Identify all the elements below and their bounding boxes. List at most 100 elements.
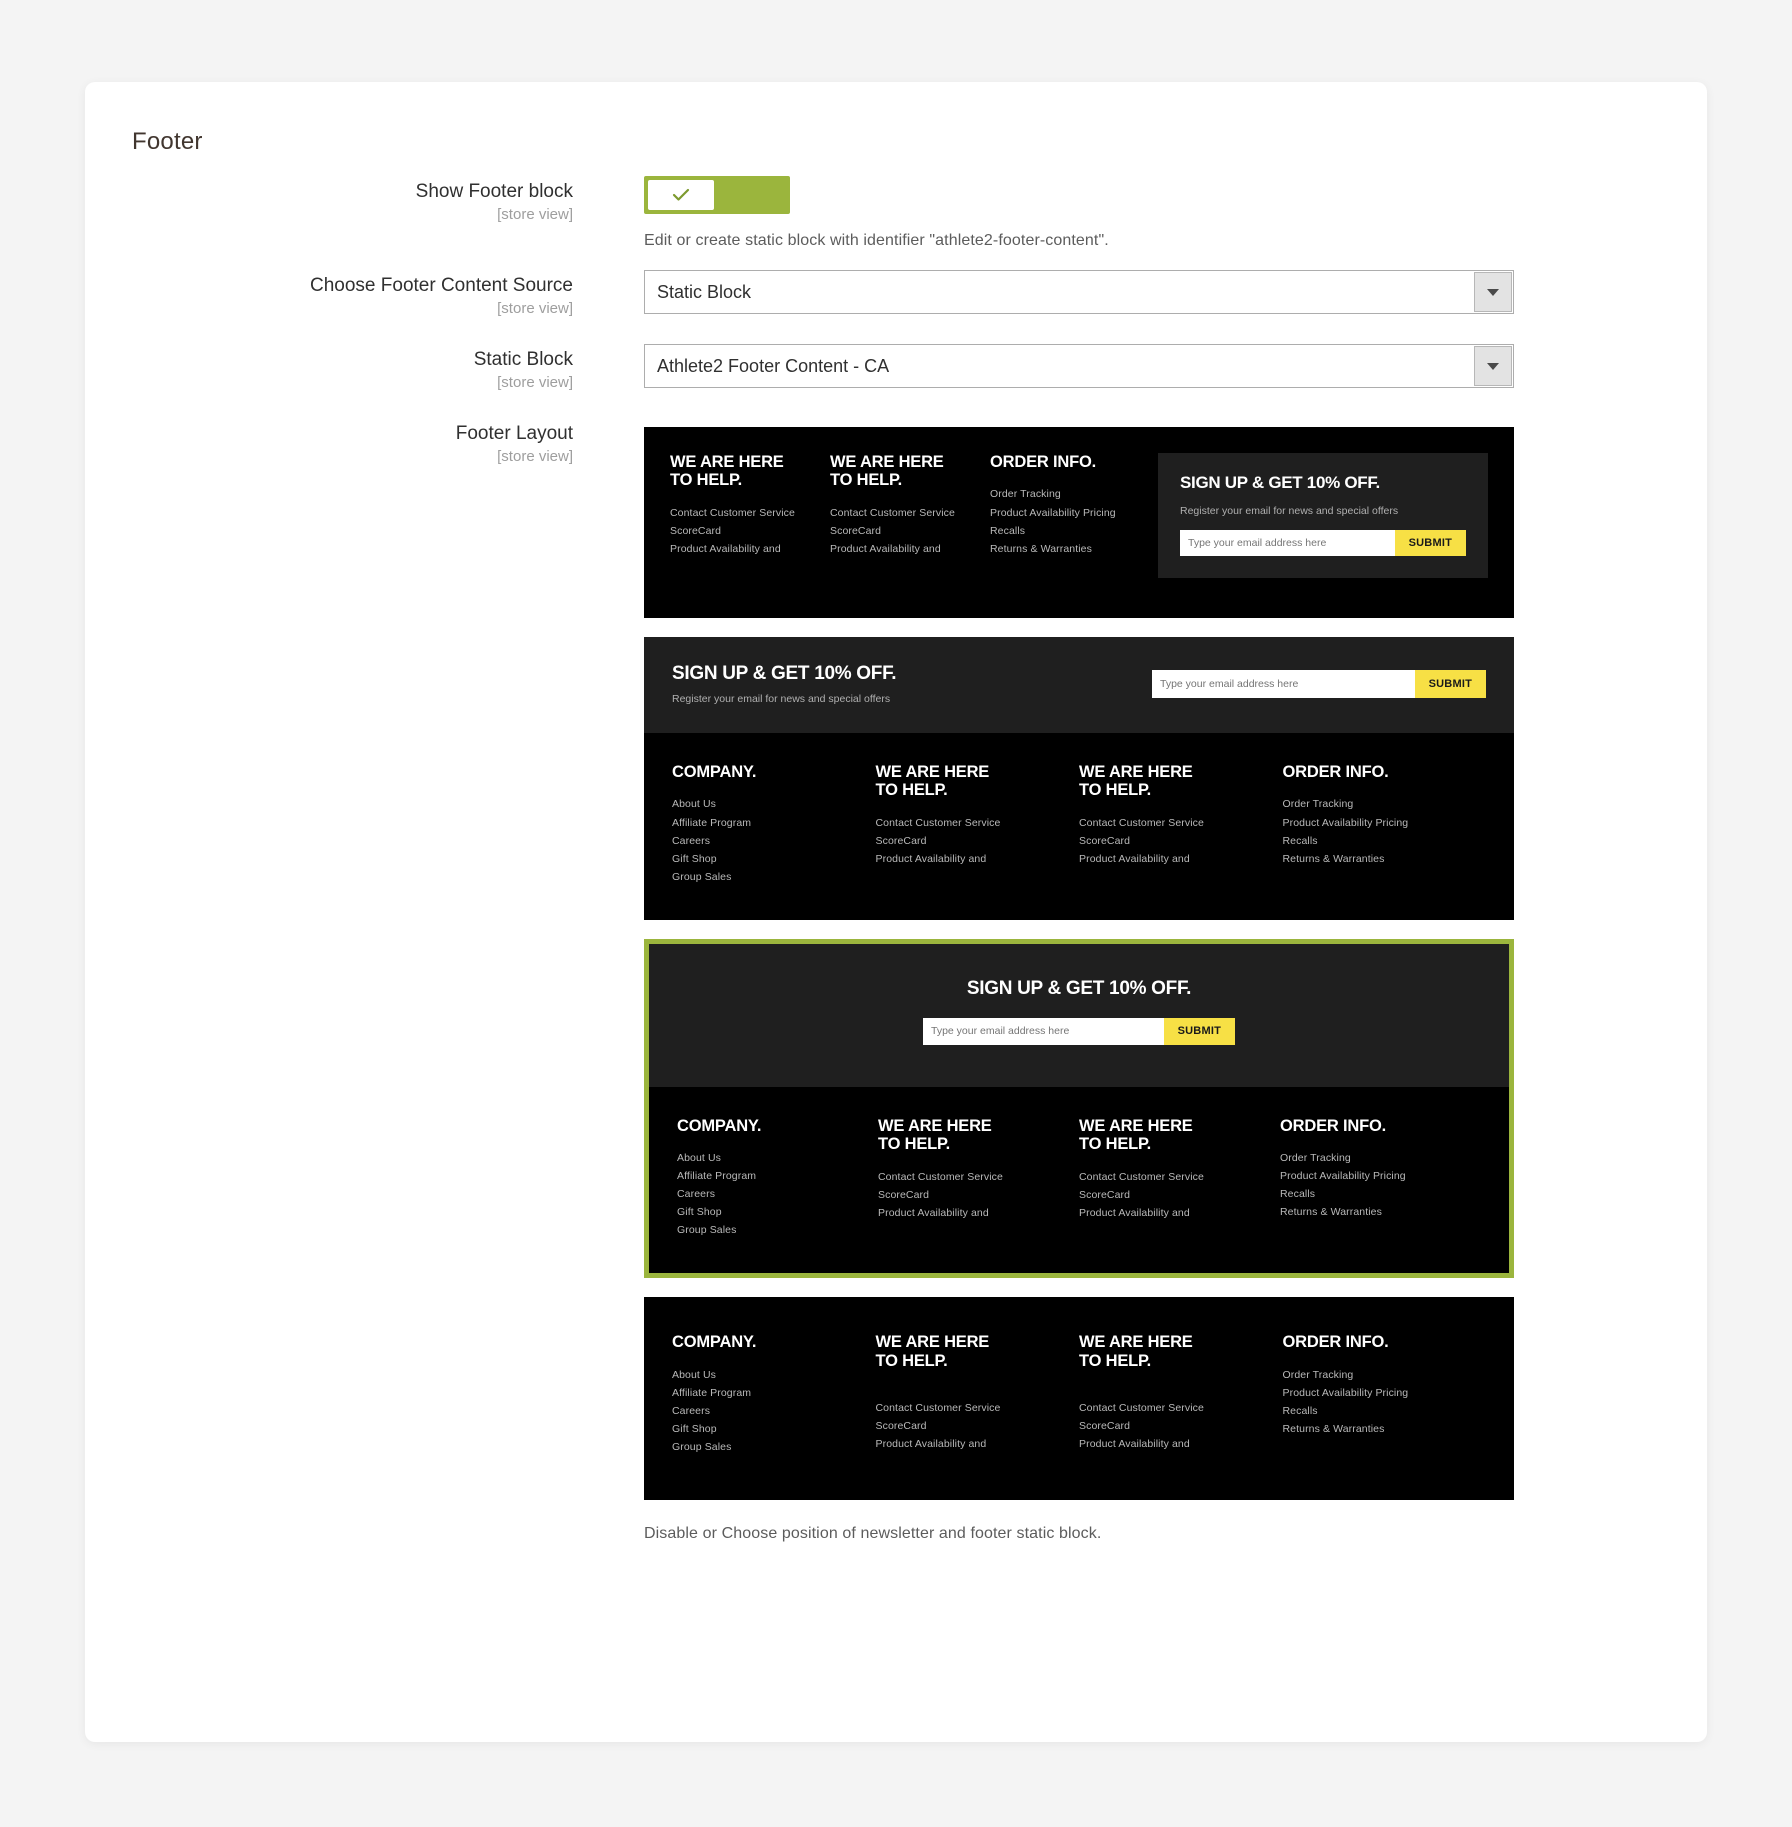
footer-layout-option-4[interactable]: COMPANY. About Us Affiliate Program Care… [644, 1297, 1514, 1501]
column-heading: WE ARE HERE TO HELP. [875, 763, 990, 800]
column-link[interactable]: Order Tracking [1283, 795, 1477, 813]
column-link[interactable]: ScoreCard [670, 522, 820, 540]
column-link[interactable]: ScoreCard [1079, 832, 1273, 850]
column-link[interactable]: Contact Customer Service [876, 814, 1070, 832]
column-link[interactable]: Careers [672, 832, 866, 850]
footer-column-order-info: ORDER INFO. Order Tracking Product Avail… [1283, 763, 1487, 886]
column-link[interactable]: Product Availability and [1079, 1204, 1270, 1222]
column-link[interactable]: Product Availability and [1079, 1435, 1273, 1453]
footer-layout-option-3[interactable]: SIGN UP & GET 10% OFF. SUBMIT COMPANY. A… [644, 938, 1514, 1279]
column-link[interactable]: Order Tracking [1283, 1366, 1477, 1384]
footer-layout-options: WE ARE HERE TO HELP. Contact Customer Se… [644, 427, 1514, 1519]
footer-column-help-2: WE ARE HERE TO HELP. Contact Customer Se… [1079, 1333, 1283, 1456]
newsletter-centered: SIGN UP & GET 10% OFF. SUBMIT [649, 943, 1509, 1087]
column-link[interactable]: Product Availability and [830, 540, 980, 558]
column-link[interactable]: Recalls [1280, 1185, 1471, 1203]
column-link[interactable]: ScoreCard [830, 522, 980, 540]
column-link[interactable]: Product Availability and [1079, 850, 1273, 868]
column-link[interactable]: ScoreCard [878, 1186, 1069, 1204]
column-link[interactable]: Product Availability Pricing [990, 504, 1140, 522]
column-link[interactable]: Group Sales [677, 1221, 868, 1239]
label-footer-layout: Footer Layout [store view] [153, 422, 573, 465]
show-footer-toggle[interactable] [644, 176, 790, 214]
column-link[interactable]: Affiliate Program [677, 1167, 868, 1185]
newsletter-email-input[interactable] [923, 1017, 1164, 1045]
content-source-select[interactable]: Static Block [644, 270, 1514, 314]
column-link[interactable]: Careers [677, 1185, 868, 1203]
column-link[interactable]: Gift Shop [672, 850, 866, 868]
show-footer-hint: Edit or create static block with identif… [644, 232, 1109, 249]
column-link[interactable]: Product Availability and [670, 540, 820, 558]
newsletter-email-input[interactable] [1180, 530, 1395, 556]
newsletter-submit-button[interactable]: SUBMIT [1394, 530, 1466, 556]
column-link[interactable]: ScoreCard [876, 832, 1070, 850]
column-link[interactable]: Returns & Warranties [1280, 1203, 1471, 1221]
column-link[interactable]: Contact Customer Service [1079, 814, 1273, 832]
column-link[interactable]: Product Availability Pricing [1283, 814, 1477, 832]
newsletter-email-input[interactable] [1152, 670, 1415, 698]
newsletter-bar: SIGN UP & GET 10% OFF. Register your ema… [644, 637, 1514, 733]
field-control-content-source: Static Block [644, 270, 1514, 314]
column-link[interactable]: Returns & Warranties [990, 540, 1140, 558]
chevron-down-icon[interactable] [1474, 346, 1512, 386]
newsletter-submit-button[interactable]: SUBMIT [1163, 1017, 1235, 1045]
column-link[interactable]: Contact Customer Service [878, 1168, 1069, 1186]
column-link[interactable]: Product Availability Pricing [1283, 1384, 1477, 1402]
column-link[interactable]: Returns & Warranties [1283, 1420, 1477, 1438]
field-scope: [store view] [497, 299, 573, 317]
column-link[interactable]: Group Sales [672, 868, 866, 886]
column-link[interactable]: Recalls [1283, 832, 1477, 850]
column-link[interactable]: Contact Customer Service [670, 504, 820, 522]
column-link[interactable]: ScoreCard [1079, 1186, 1270, 1204]
newsletter-text: SIGN UP & GET 10% OFF. Register your ema… [672, 663, 1152, 705]
newsletter-form: SUBMIT [1152, 670, 1486, 698]
column-link[interactable]: Affiliate Program [672, 1384, 866, 1402]
toggle-knob [648, 180, 714, 210]
chevron-down-icon[interactable] [1474, 272, 1512, 312]
footer-layout-option-2[interactable]: SIGN UP & GET 10% OFF. Register your ema… [644, 637, 1514, 920]
column-link[interactable]: Product Availability and [876, 850, 1070, 868]
newsletter-subtitle: Register your email for news and special… [1180, 505, 1399, 517]
column-link[interactable]: Affiliate Program [672, 814, 866, 832]
column-link[interactable]: Recalls [1283, 1402, 1477, 1420]
column-link[interactable]: ScoreCard [1079, 1417, 1273, 1435]
column-heading: WE ARE HERE TO HELP. [878, 1116, 992, 1154]
column-link[interactable]: About Us [677, 1149, 868, 1167]
column-heading: COMPANY. [677, 1116, 762, 1135]
column-link[interactable]: Contact Customer Service [876, 1399, 1070, 1417]
column-link[interactable]: Gift Shop [677, 1203, 868, 1221]
column-link[interactable]: Group Sales [672, 1438, 866, 1456]
column-link[interactable]: Recalls [990, 522, 1140, 540]
static-block-select[interactable]: Athlete2 Footer Content - CA [644, 344, 1514, 388]
footer-column-order-info: ORDER INFO. Order Tracking Product Avail… [1283, 1333, 1487, 1456]
column-heading: WE ARE HERE TO HELP. [1079, 1333, 1193, 1370]
newsletter-submit-button[interactable]: SUBMIT [1414, 670, 1486, 698]
column-link[interactable]: Product Availability Pricing [1280, 1167, 1471, 1185]
column-link[interactable]: Product Availability and [876, 1435, 1070, 1453]
footer-column-help-1: WE ARE HERE TO HELP. Contact Customer Se… [670, 453, 830, 578]
column-link[interactable]: About Us [672, 795, 866, 813]
column-link[interactable]: Order Tracking [990, 485, 1140, 503]
column-link[interactable]: About Us [672, 1366, 866, 1384]
column-link[interactable]: Gift Shop [672, 1420, 866, 1438]
column-link[interactable]: ScoreCard [876, 1417, 1070, 1435]
column-link[interactable]: Contact Customer Service [830, 504, 980, 522]
column-heading: COMPANY. [672, 763, 757, 781]
footer-column-help-2: WE ARE HERE TO HELP. Contact Customer Se… [1079, 1117, 1280, 1240]
footer-layout-option-1[interactable]: WE ARE HERE TO HELP. Contact Customer Se… [644, 427, 1514, 618]
field-control-static-block: Athlete2 Footer Content - CA [644, 344, 1514, 388]
column-link[interactable]: Order Tracking [1280, 1149, 1471, 1167]
column-link[interactable]: Product Availability and [878, 1204, 1069, 1222]
footer-column-order-info: ORDER INFO. Order Tracking Product Avail… [990, 453, 1150, 578]
column-link[interactable]: Careers [672, 1402, 866, 1420]
footer-settings-card: Footer Show Footer block [store view] Ed… [85, 82, 1707, 1742]
column-link[interactable]: Contact Customer Service [1079, 1399, 1273, 1417]
column-link[interactable]: Returns & Warranties [1283, 850, 1477, 868]
newsletter-subtitle: Register your email for news and special… [672, 693, 891, 705]
footer-column-company: COMPANY. About Us Affiliate Program Care… [677, 1117, 878, 1240]
column-heading: WE ARE HERE TO HELP. [1079, 763, 1193, 800]
field-scope: [store view] [497, 373, 573, 391]
column-link[interactable]: Contact Customer Service [1079, 1168, 1270, 1186]
static-block-value: Athlete2 Footer Content - CA [657, 355, 890, 376]
column-heading: WE ARE HERE TO HELP. [875, 1333, 990, 1370]
